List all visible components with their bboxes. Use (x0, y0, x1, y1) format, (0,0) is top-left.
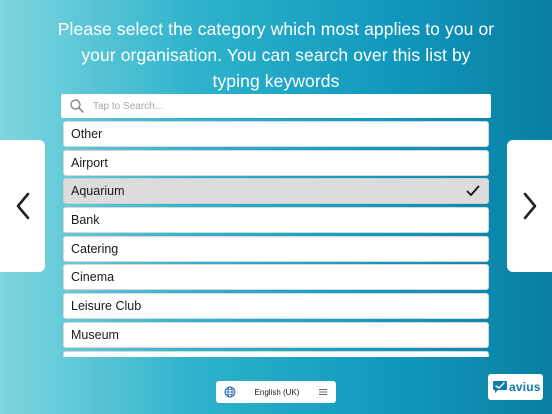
category-item-cinema[interactable]: Cinema (63, 264, 489, 291)
avius-logo: avius (488, 374, 543, 400)
category-item-catering[interactable]: Catering (63, 235, 489, 262)
next-button[interactable] (507, 140, 552, 272)
category-label: Other (71, 127, 103, 141)
category-item-aquarium[interactable]: Aquarium (63, 178, 489, 205)
category-label: Aquarium (71, 184, 125, 199)
category-item-bank[interactable]: Bank (63, 207, 489, 234)
brand-name: avius (509, 380, 541, 394)
instruction-line-3: typing keywords (212, 71, 340, 91)
instruction-line-1: Please select the category which most ap… (57, 19, 495, 39)
category-label: Cinema (71, 270, 115, 285)
category-label: Airport (71, 155, 108, 170)
checkmark-icon (466, 185, 480, 197)
language-label: English (UK) (254, 387, 300, 397)
language-selector[interactable]: English (UK) (216, 381, 336, 403)
search-input[interactable] (91, 99, 475, 113)
previous-button[interactable] (0, 140, 45, 272)
chevron-right-icon (523, 192, 536, 220)
instruction-line-2: your organisation. You can search over t… (81, 45, 471, 65)
menu-icon[interactable] (318, 387, 328, 397)
category-label: Museum (71, 327, 119, 342)
category-label: Catering (71, 241, 119, 256)
category-label: Bank (71, 213, 100, 228)
category-item-other[interactable]: Other (63, 121, 489, 147)
chevron-left-icon (16, 192, 29, 220)
category-list[interactable]: Other Airport Aquarium Bank Catering Cin… (63, 121, 489, 357)
category-item-museum[interactable]: Museum (63, 321, 489, 348)
speech-bubble-icon (493, 381, 507, 393)
search-icon (70, 99, 84, 113)
category-item-airport[interactable]: Airport (63, 149, 489, 176)
category-item-leisure-club[interactable]: Leisure Club (63, 293, 489, 320)
instruction-text: Please select the category which most ap… (40, 16, 512, 94)
category-label: Leisure Club (71, 299, 142, 314)
search-bar[interactable] (61, 94, 491, 118)
category-item-partial[interactable] (63, 350, 489, 357)
globe-icon (224, 386, 236, 398)
